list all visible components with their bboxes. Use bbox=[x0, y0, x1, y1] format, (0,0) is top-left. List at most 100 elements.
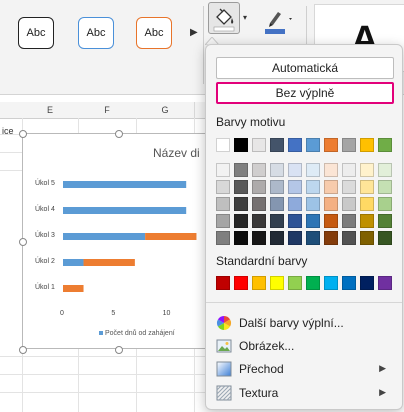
theme-color-swatch[interactable] bbox=[252, 138, 266, 152]
bar-start-offset[interactable] bbox=[63, 259, 84, 266]
theme-color-tint-swatch[interactable] bbox=[324, 231, 338, 245]
theme-color-swatch[interactable] bbox=[234, 138, 248, 152]
column-header-f[interactable]: F bbox=[78, 102, 137, 118]
bar-duration[interactable] bbox=[145, 233, 197, 240]
theme-color-tint-swatch[interactable] bbox=[270, 180, 284, 194]
theme-color-tint-swatch[interactable] bbox=[252, 163, 266, 177]
theme-color-tint-swatch[interactable] bbox=[306, 214, 320, 228]
theme-color-tint-swatch[interactable] bbox=[252, 180, 266, 194]
shape-style-preset-3[interactable]: Abc bbox=[136, 17, 172, 49]
theme-color-swatch[interactable] bbox=[342, 138, 356, 152]
theme-color-tint-swatch[interactable] bbox=[288, 197, 302, 211]
picture-fill-item[interactable]: Obrázek... bbox=[216, 336, 394, 356]
theme-color-tint-swatch[interactable] bbox=[252, 197, 266, 211]
theme-color-tint-swatch[interactable] bbox=[360, 214, 374, 228]
column-header-e[interactable]: E bbox=[22, 102, 79, 118]
theme-color-tint-swatch[interactable] bbox=[360, 197, 374, 211]
theme-color-tint-swatch[interactable] bbox=[306, 180, 320, 194]
theme-color-tint-swatch[interactable] bbox=[324, 163, 338, 177]
standard-color-swatch[interactable] bbox=[342, 276, 356, 290]
standard-color-swatch[interactable] bbox=[252, 276, 266, 290]
theme-color-tint-swatch[interactable] bbox=[342, 197, 356, 211]
gantt-chart[interactable]: Název di Počet dnů od zahájení Úkol 5 Úko… bbox=[22, 133, 222, 349]
bar-duration[interactable] bbox=[63, 285, 84, 292]
theme-color-tint-swatch[interactable] bbox=[306, 163, 320, 177]
theme-color-tint-swatch[interactable] bbox=[342, 163, 356, 177]
gradient-fill-item[interactable]: Přechod ▶ bbox=[216, 359, 394, 379]
bar-duration[interactable] bbox=[83, 259, 135, 266]
grid-line bbox=[0, 356, 206, 357]
theme-color-tint-swatch[interactable] bbox=[216, 163, 230, 177]
bar-start-offset[interactable] bbox=[63, 233, 146, 240]
theme-color-tint-swatch[interactable] bbox=[270, 197, 284, 211]
theme-color-swatch[interactable] bbox=[378, 138, 392, 152]
theme-color-tint-swatch[interactable] bbox=[234, 163, 248, 177]
standard-color-swatch[interactable] bbox=[306, 276, 320, 290]
theme-color-tint-swatch[interactable] bbox=[306, 231, 320, 245]
fill-dropdown-chevron-icon[interactable]: ▾ bbox=[243, 13, 247, 22]
texture-fill-item[interactable]: Textura ▶ bbox=[216, 383, 394, 403]
standard-color-swatch[interactable] bbox=[378, 276, 392, 290]
theme-color-tint-swatch[interactable] bbox=[378, 231, 392, 245]
theme-color-tint-swatch[interactable] bbox=[216, 214, 230, 228]
bar-start-offset[interactable] bbox=[63, 181, 187, 188]
no-fill-button[interactable]: Bez výplně bbox=[216, 82, 394, 104]
theme-color-tint-swatch[interactable] bbox=[234, 197, 248, 211]
theme-color-tint-swatch[interactable] bbox=[270, 214, 284, 228]
resize-handle[interactable] bbox=[19, 130, 27, 138]
theme-color-tint-swatch[interactable] bbox=[378, 214, 392, 228]
theme-color-tint-swatch[interactable] bbox=[378, 197, 392, 211]
theme-color-swatch[interactable] bbox=[324, 138, 338, 152]
theme-color-swatch[interactable] bbox=[288, 138, 302, 152]
theme-color-tint-swatch[interactable] bbox=[378, 163, 392, 177]
theme-color-swatch[interactable] bbox=[360, 138, 374, 152]
theme-color-tint-swatch[interactable] bbox=[342, 214, 356, 228]
more-fill-colors-item[interactable]: Další barvy výplní... bbox=[216, 313, 394, 333]
shape-style-preset-2[interactable]: Abc bbox=[78, 17, 114, 49]
theme-color-swatch[interactable] bbox=[216, 138, 230, 152]
theme-color-tint-swatch[interactable] bbox=[324, 180, 338, 194]
theme-color-tint-swatch[interactable] bbox=[306, 197, 320, 211]
resize-handle[interactable] bbox=[19, 238, 27, 246]
standard-color-swatch[interactable] bbox=[360, 276, 374, 290]
theme-color-tint-swatch[interactable] bbox=[270, 231, 284, 245]
theme-color-tint-swatch[interactable] bbox=[252, 214, 266, 228]
standard-color-swatch[interactable] bbox=[234, 276, 248, 290]
theme-color-tint-swatch[interactable] bbox=[252, 231, 266, 245]
standard-color-swatch[interactable] bbox=[324, 276, 338, 290]
theme-color-tint-swatch[interactable] bbox=[234, 231, 248, 245]
standard-color-swatch[interactable] bbox=[216, 276, 230, 290]
theme-color-swatch[interactable] bbox=[306, 138, 320, 152]
shape-style-preset-1[interactable]: Abc bbox=[18, 17, 54, 49]
theme-color-swatch[interactable] bbox=[270, 138, 284, 152]
standard-color-swatch[interactable] bbox=[288, 276, 302, 290]
theme-color-tint-swatch[interactable] bbox=[216, 197, 230, 211]
theme-color-tint-swatch[interactable] bbox=[378, 180, 392, 194]
resize-handle[interactable] bbox=[19, 346, 27, 354]
theme-color-tint-swatch[interactable] bbox=[288, 214, 302, 228]
theme-color-tint-swatch[interactable] bbox=[360, 231, 374, 245]
theme-color-tint-swatch[interactable] bbox=[324, 214, 338, 228]
gallery-next-icon[interactable]: ▶ bbox=[190, 27, 198, 38]
theme-color-tint-swatch[interactable] bbox=[360, 180, 374, 194]
resize-handle[interactable] bbox=[115, 130, 123, 138]
theme-color-tint-swatch[interactable] bbox=[324, 197, 338, 211]
theme-color-tint-swatch[interactable] bbox=[288, 231, 302, 245]
shape-outline-button[interactable] bbox=[261, 4, 297, 36]
theme-color-tint-swatch[interactable] bbox=[234, 214, 248, 228]
theme-color-tint-swatch[interactable] bbox=[270, 163, 284, 177]
bar-start-offset[interactable] bbox=[63, 207, 187, 214]
theme-color-tint-swatch[interactable] bbox=[216, 231, 230, 245]
column-header-g[interactable]: G bbox=[136, 102, 195, 118]
theme-color-tint-swatch[interactable] bbox=[288, 163, 302, 177]
theme-color-tint-swatch[interactable] bbox=[216, 180, 230, 194]
resize-handle[interactable] bbox=[115, 346, 123, 354]
theme-color-tint-swatch[interactable] bbox=[288, 180, 302, 194]
theme-color-tint-swatch[interactable] bbox=[360, 163, 374, 177]
theme-color-tint-swatch[interactable] bbox=[342, 180, 356, 194]
theme-color-tint-swatch[interactable] bbox=[234, 180, 248, 194]
shape-fill-button[interactable] bbox=[208, 2, 240, 34]
theme-color-tint-swatch[interactable] bbox=[342, 231, 356, 245]
automatic-fill-button[interactable]: Automatická bbox=[216, 57, 394, 79]
standard-color-swatch[interactable] bbox=[270, 276, 284, 290]
